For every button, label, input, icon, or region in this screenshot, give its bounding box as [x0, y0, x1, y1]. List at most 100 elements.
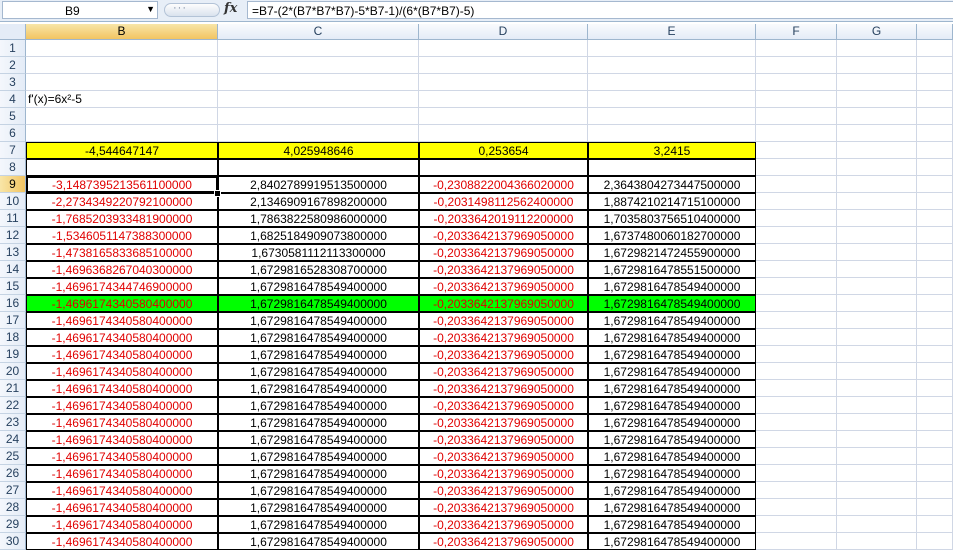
- cell-d16[interactable]: -0,2033642137969050000: [419, 295, 588, 312]
- cell-e7[interactable]: 3,2415: [588, 142, 756, 159]
- cell-f21[interactable]: [756, 380, 837, 397]
- cell-c6[interactable]: [218, 125, 419, 142]
- cell-c29[interactable]: 1,6729816478549400000: [218, 516, 419, 533]
- cell-e29[interactable]: 1,6729816478549400000: [588, 516, 756, 533]
- column-header-h[interactable]: [917, 24, 953, 40]
- row-header-27[interactable]: 27: [0, 482, 26, 499]
- cell-b18[interactable]: -1,4696174340580400000: [26, 329, 218, 346]
- cell-d24[interactable]: -0,2033642137969050000: [419, 431, 588, 448]
- cell-b30[interactable]: -1,4696174340580400000: [26, 533, 218, 550]
- cell-e25[interactable]: 1,6729816478549400000: [588, 448, 756, 465]
- cell-c7[interactable]: 4,025948646: [218, 142, 419, 159]
- cell-e13[interactable]: 1,6729821472455900000: [588, 244, 756, 261]
- cell-b23[interactable]: -1,4696174340580400000: [26, 414, 218, 431]
- row-header-28[interactable]: 28: [0, 499, 26, 516]
- cell-e12[interactable]: 1,6737480060182700000: [588, 227, 756, 244]
- column-header-d[interactable]: D: [419, 24, 588, 40]
- cell-h30[interactable]: [917, 533, 953, 550]
- cell-c19[interactable]: 1,6729816478549400000: [218, 346, 419, 363]
- cell-b24[interactable]: -1,4696174340580400000: [26, 431, 218, 448]
- cell-g17[interactable]: [837, 312, 917, 329]
- cell-c12[interactable]: 1,6825184909073800000: [218, 227, 419, 244]
- cell-c30[interactable]: 1,6729816478549400000: [218, 533, 419, 550]
- cell-c14[interactable]: 1,6729816528308700000: [218, 261, 419, 278]
- cell-g24[interactable]: [837, 431, 917, 448]
- cell-f24[interactable]: [756, 431, 837, 448]
- cell-e6[interactable]: [588, 125, 756, 142]
- cell-e28[interactable]: 1,6729816478549400000: [588, 499, 756, 516]
- cell-d8[interactable]: [419, 159, 588, 176]
- cell-e9[interactable]: 2,3643804273447500000: [588, 176, 756, 193]
- cell-b6[interactable]: [26, 125, 218, 142]
- cell-c15[interactable]: 1,6729816478549400000: [218, 278, 419, 295]
- cell-f1[interactable]: [756, 40, 837, 57]
- cell-c21[interactable]: 1,6729816478549400000: [218, 380, 419, 397]
- cell-h17[interactable]: [917, 312, 953, 329]
- cell-h18[interactable]: [917, 329, 953, 346]
- cell-c18[interactable]: 1,6729816478549400000: [218, 329, 419, 346]
- cell-d14[interactable]: -0,2033642137969050000: [419, 261, 588, 278]
- cell-h1[interactable]: [917, 40, 953, 57]
- cell-h8[interactable]: [917, 159, 953, 176]
- cell-g30[interactable]: [837, 533, 917, 550]
- row-header-8[interactable]: 8: [0, 159, 26, 176]
- column-header-e[interactable]: E: [588, 24, 756, 40]
- cell-c16[interactable]: 1,6729816478549400000: [218, 295, 419, 312]
- cell-d28[interactable]: -0,2033642137969050000: [419, 499, 588, 516]
- cell-g14[interactable]: [837, 261, 917, 278]
- cell-f16[interactable]: [756, 295, 837, 312]
- row-header-2[interactable]: 2: [0, 57, 26, 74]
- cell-c25[interactable]: 1,6729816478549400000: [218, 448, 419, 465]
- cell-g25[interactable]: [837, 448, 917, 465]
- cell-b20[interactable]: -1,4696174340580400000: [26, 363, 218, 380]
- cell-d29[interactable]: -0,2033642137969050000: [419, 516, 588, 533]
- cell-g5[interactable]: [837, 108, 917, 125]
- row-header-12[interactable]: 12: [0, 227, 26, 244]
- cell-b1[interactable]: [26, 40, 218, 57]
- insert-function-icon[interactable]: fx: [224, 1, 237, 16]
- cell-h21[interactable]: [917, 380, 953, 397]
- cell-d22[interactable]: -0,2033642137969050000: [419, 397, 588, 414]
- cell-c5[interactable]: [218, 108, 419, 125]
- row-header-24[interactable]: 24: [0, 431, 26, 448]
- name-box[interactable]: B9 ▼: [2, 1, 158, 19]
- cell-e22[interactable]: 1,6729816478549400000: [588, 397, 756, 414]
- cell-d2[interactable]: [419, 57, 588, 74]
- cell-h28[interactable]: [917, 499, 953, 516]
- cell-h23[interactable]: [917, 414, 953, 431]
- row-header-19[interactable]: 19: [0, 346, 26, 363]
- cell-g10[interactable]: [837, 193, 917, 210]
- cell-c17[interactable]: 1,6729816478549400000: [218, 312, 419, 329]
- cell-b26[interactable]: -1,4696174340580400000: [26, 465, 218, 482]
- cell-c28[interactable]: 1,6729816478549400000: [218, 499, 419, 516]
- row-header-5[interactable]: 5: [0, 108, 26, 125]
- cell-f27[interactable]: [756, 482, 837, 499]
- cell-g22[interactable]: [837, 397, 917, 414]
- cell-h27[interactable]: [917, 482, 953, 499]
- cell-h20[interactable]: [917, 363, 953, 380]
- cell-b4[interactable]: f'(x)=6x²-5: [26, 91, 218, 108]
- row-header-26[interactable]: 26: [0, 465, 26, 482]
- row-header-3[interactable]: 3: [0, 74, 26, 91]
- cell-e3[interactable]: [588, 74, 756, 91]
- cell-g7[interactable]: [837, 142, 917, 159]
- row-header-14[interactable]: 14: [0, 261, 26, 278]
- select-all-corner[interactable]: [0, 24, 26, 40]
- column-header-c[interactable]: C: [218, 24, 419, 40]
- cell-d30[interactable]: -0,2033642137969050000: [419, 533, 588, 550]
- cell-d4[interactable]: [419, 91, 588, 108]
- cell-g27[interactable]: [837, 482, 917, 499]
- row-header-20[interactable]: 20: [0, 363, 26, 380]
- cell-h2[interactable]: [917, 57, 953, 74]
- cell-h10[interactable]: [917, 193, 953, 210]
- cell-c4[interactable]: [218, 91, 419, 108]
- cell-e15[interactable]: 1,6729816478549400000: [588, 278, 756, 295]
- cell-h7[interactable]: [917, 142, 953, 159]
- cell-f8[interactable]: [756, 159, 837, 176]
- row-header-16[interactable]: 16: [0, 295, 26, 312]
- cell-h19[interactable]: [917, 346, 953, 363]
- cell-e23[interactable]: 1,6729816478549400000: [588, 414, 756, 431]
- row-header-30[interactable]: 30: [0, 533, 26, 550]
- cell-b27[interactable]: -1,4696174340580400000: [26, 482, 218, 499]
- row-header-4[interactable]: 4: [0, 91, 26, 108]
